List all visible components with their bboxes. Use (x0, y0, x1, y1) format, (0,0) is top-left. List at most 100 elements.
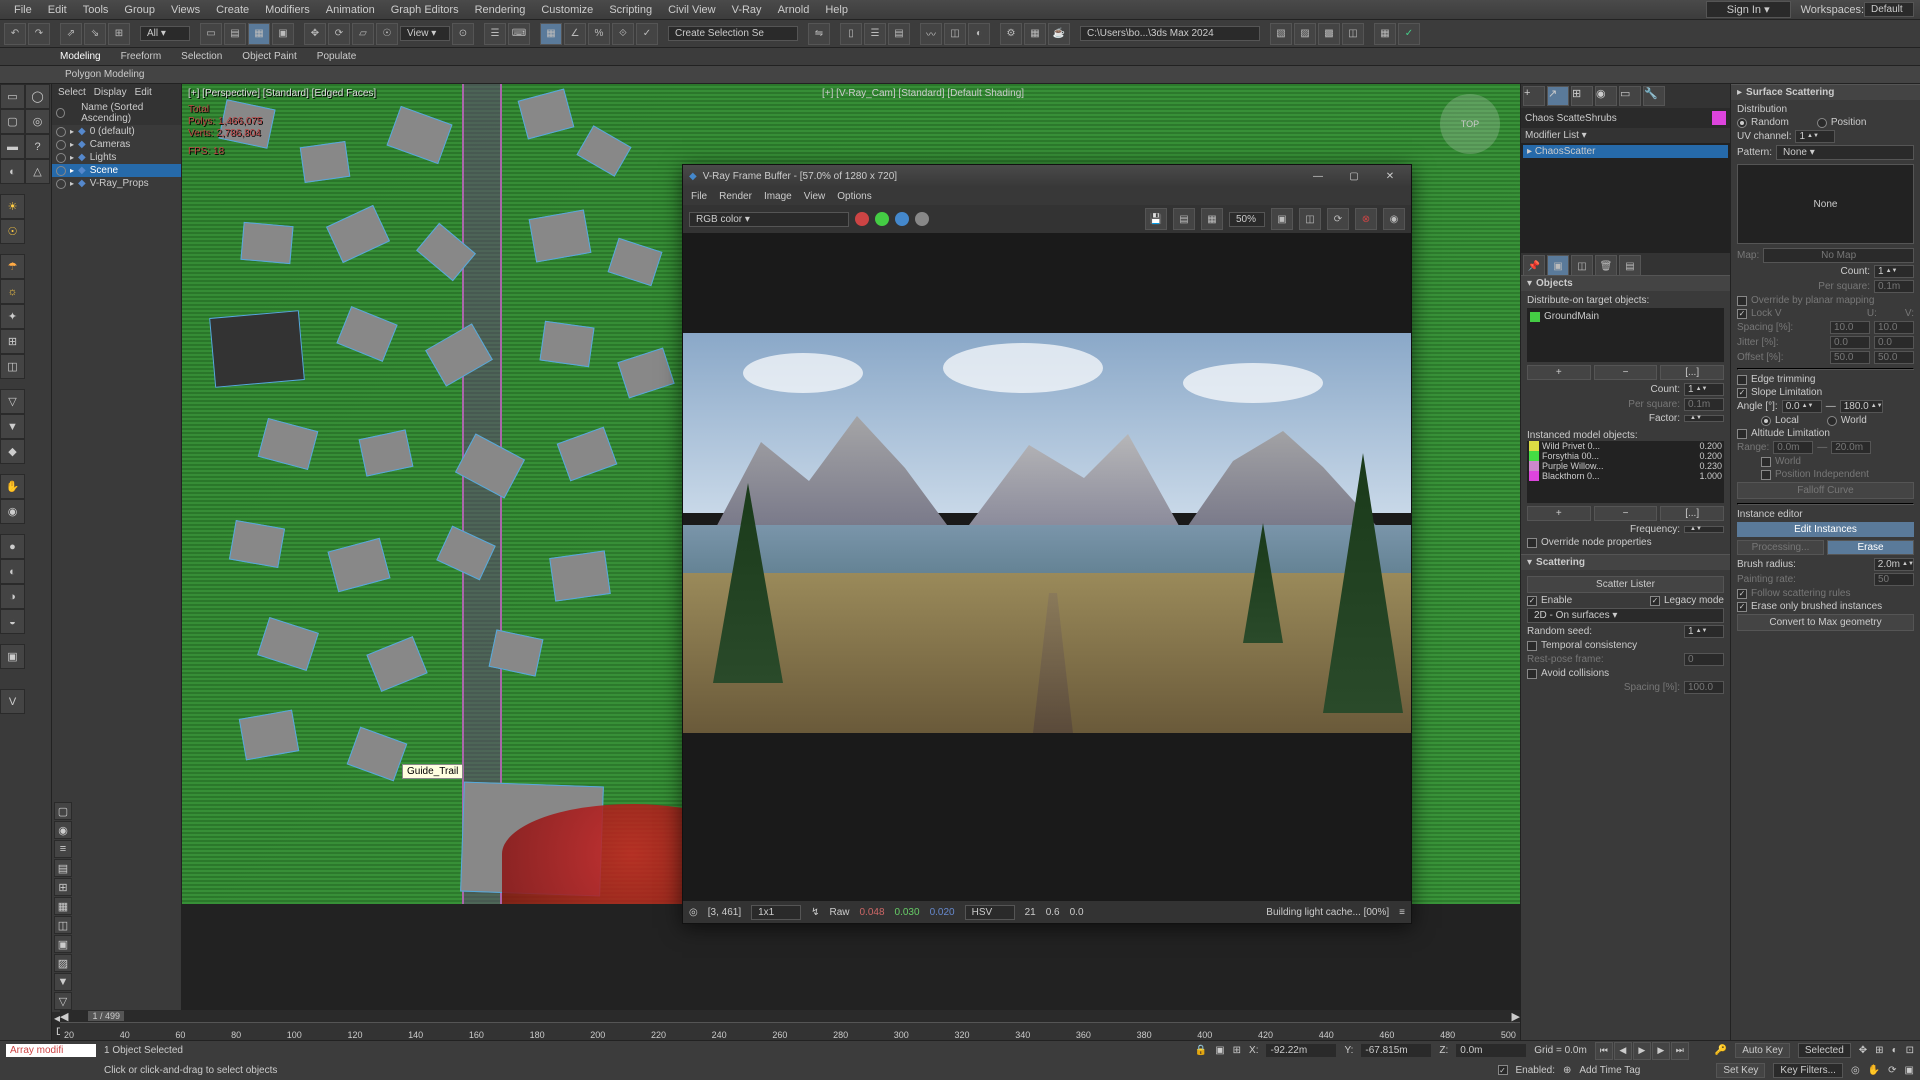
vray-icon-1[interactable]: ▧ (1270, 23, 1292, 45)
vfb-render-icon[interactable]: ◉ (1383, 208, 1405, 230)
vfb-ab-icon[interactable]: ▦ (1201, 208, 1223, 230)
spinner-snap-icon[interactable]: ⟐ (612, 23, 634, 45)
maxscript-listener[interactable]: Array modifi (6, 1044, 96, 1057)
material-editor-icon[interactable]: ◐ (968, 23, 990, 45)
vfb-green-icon[interactable] (875, 212, 889, 226)
column-header-name[interactable]: Name (Sorted Ascending) (81, 102, 177, 124)
keymode-dropdown[interactable]: Selected (1798, 1043, 1851, 1058)
selection-set-dropdown[interactable]: Create Selection Se (668, 26, 798, 41)
ribbon-populate[interactable]: Populate (317, 51, 356, 62)
edit-named-icon[interactable]: ✓ (636, 23, 658, 45)
vray-icon-5[interactable]: ▦ (1374, 23, 1396, 45)
lt-plane-icon[interactable]: ▬ (0, 134, 25, 159)
erase-button[interactable]: Erase (1827, 540, 1914, 555)
undo-icon[interactable]: ↶ (4, 23, 26, 45)
se-btn3[interactable]: ≡ (54, 840, 72, 858)
se-display[interactable]: Display (94, 87, 127, 98)
radio-random[interactable] (1737, 118, 1747, 128)
edge-trimming-checkbox[interactable] (1737, 375, 1747, 385)
se-btn11[interactable]: ▽ (54, 992, 72, 1010)
lt-select-icon[interactable]: ▭ (0, 84, 25, 109)
eye-icon[interactable] (56, 108, 65, 118)
seed-spinner[interactable]: 1▲▼ (1684, 625, 1724, 638)
menu-civilview[interactable]: Civil View (660, 0, 723, 19)
schematic-icon[interactable]: ◫ (944, 23, 966, 45)
menu-edit[interactable]: Edit (40, 0, 75, 19)
lt-sphere-icon[interactable]: ◯ (25, 84, 50, 109)
lt-camera-icon[interactable]: ☂ (0, 254, 25, 279)
window-crossing-icon[interactable]: ▣ (272, 23, 294, 45)
mod-unique-icon[interactable]: ◫ (1571, 255, 1593, 277)
vfb-colorspace[interactable]: HSV (965, 905, 1015, 920)
map-button[interactable]: No Map (1763, 248, 1914, 263)
keyfilters-button[interactable]: Key Filters... (1773, 1063, 1843, 1078)
lt-help-icon[interactable]: ? (25, 134, 50, 159)
lt-misc3-icon[interactable]: ◆ (0, 439, 25, 464)
maximize-icon[interactable]: ▢ (1339, 171, 1369, 182)
lt-orbit-icon[interactable]: ◉ (0, 499, 25, 524)
mod-show-icon[interactable]: ▣ (1547, 255, 1569, 277)
lockv-checkbox[interactable] (1737, 309, 1747, 319)
modifier-list-label[interactable]: Modifier List ▾ (1521, 128, 1730, 143)
menu-customize[interactable]: Customize (533, 0, 601, 19)
lock-icon[interactable]: 🔒 (1195, 1045, 1207, 1056)
lt-cone-icon[interactable]: △ (25, 159, 50, 184)
target-count-spinner[interactable]: 1▲▼ (1684, 383, 1724, 396)
se-btn10[interactable]: ▼ (54, 973, 72, 991)
vfb-menu-render[interactable]: Render (719, 191, 752, 202)
scale-icon[interactable]: ▱ (352, 23, 374, 45)
viewport-label[interactable]: [+] [Perspective] [Standard] [Edged Face… (188, 88, 376, 99)
select-name-icon[interactable]: ▤ (224, 23, 246, 45)
curve-editor-icon[interactable]: 〰 (920, 23, 942, 45)
ribbon-objectpaint[interactable]: Object Paint (242, 51, 296, 62)
se-btn8[interactable]: ▣ (54, 935, 72, 953)
override-checkbox[interactable] (1527, 538, 1537, 548)
time-ruler[interactable]: 2040608010012014016018020022024026028030… (60, 1022, 1520, 1040)
menu-grapheditors[interactable]: Graph Editors (383, 0, 467, 19)
menu-tools[interactable]: Tools (75, 0, 117, 19)
menu-create[interactable]: Create (208, 0, 257, 19)
mod-config-icon[interactable]: ▤ (1619, 255, 1641, 277)
altitude-checkbox[interactable] (1737, 429, 1747, 439)
lt-target-icon[interactable]: ☼ (0, 279, 25, 304)
lock-selection-icon[interactable]: ⊞ (1233, 1045, 1241, 1056)
move-icon[interactable]: ✥ (304, 23, 326, 45)
vfb-menu-file[interactable]: File (691, 191, 707, 202)
vfb-region-icon[interactable]: ◫ (1299, 208, 1321, 230)
select-icon[interactable]: ▭ (200, 23, 222, 45)
vfb-titlebar[interactable]: ◆ V-Ray Frame Buffer - [57.0% of 1280 x … (683, 165, 1411, 187)
coord-z[interactable]: 0.0m (1456, 1044, 1526, 1057)
vfb-red-icon[interactable] (855, 212, 869, 226)
tab-motion-icon[interactable]: ◉ (1595, 86, 1617, 106)
lt-mat3-icon[interactable]: ◑ (0, 584, 25, 609)
erase-only-checkbox[interactable] (1737, 602, 1747, 612)
uv-channel-spinner[interactable]: 1▲▼ (1795, 130, 1835, 143)
target-remove-button[interactable]: − (1594, 365, 1658, 380)
nav-5-icon[interactable]: ◎ (1851, 1065, 1860, 1076)
vfb-blue-icon[interactable] (895, 212, 909, 226)
radio-position[interactable] (1817, 118, 1827, 128)
vfb-history-icon[interactable]: ▤ (1173, 208, 1195, 230)
rollout-scattering[interactable]: ▾ Scattering (1521, 554, 1730, 570)
tab-create-icon[interactable]: + (1523, 86, 1545, 106)
vfb-fit-icon[interactable]: ▣ (1271, 208, 1293, 230)
time-slider-handle[interactable]: 1 / 499 (88, 1011, 124, 1021)
inst-freq-spinner[interactable]: ▲▼ (1684, 526, 1724, 533)
inst-blackthorn[interactable]: Blackthorn 0...1.000 (1527, 471, 1724, 481)
viewport-area[interactable]: [+] [Perspective] [Standard] [Edged Face… (182, 84, 1520, 1040)
menu-modifiers[interactable]: Modifiers (257, 0, 318, 19)
angle-min-spinner[interactable]: 0.0▲▼ (1782, 400, 1822, 413)
se-select[interactable]: Select (58, 87, 86, 98)
brush-radius-spinner[interactable]: 2.0m▲▼ (1874, 558, 1914, 571)
target-factor-spinner[interactable]: ▲▼ (1684, 415, 1724, 422)
ribbon-modeling[interactable]: Modeling (60, 51, 101, 62)
vfb-menu-icon[interactable]: ≡ (1399, 907, 1405, 918)
render-icon[interactable]: ☕ (1048, 23, 1070, 45)
modifier-stack[interactable]: ▸ ChaosScatter (1521, 143, 1730, 253)
enabled-checkbox[interactable] (1498, 1065, 1508, 1075)
angle-max-spinner[interactable]: 180.0▲▼ (1840, 400, 1883, 413)
vray-icon-3[interactable]: ▩ (1318, 23, 1340, 45)
se-btn9[interactable]: ▨ (54, 954, 72, 972)
minimize-icon[interactable]: — (1303, 171, 1333, 182)
rotate-icon[interactable]: ⟳ (328, 23, 350, 45)
